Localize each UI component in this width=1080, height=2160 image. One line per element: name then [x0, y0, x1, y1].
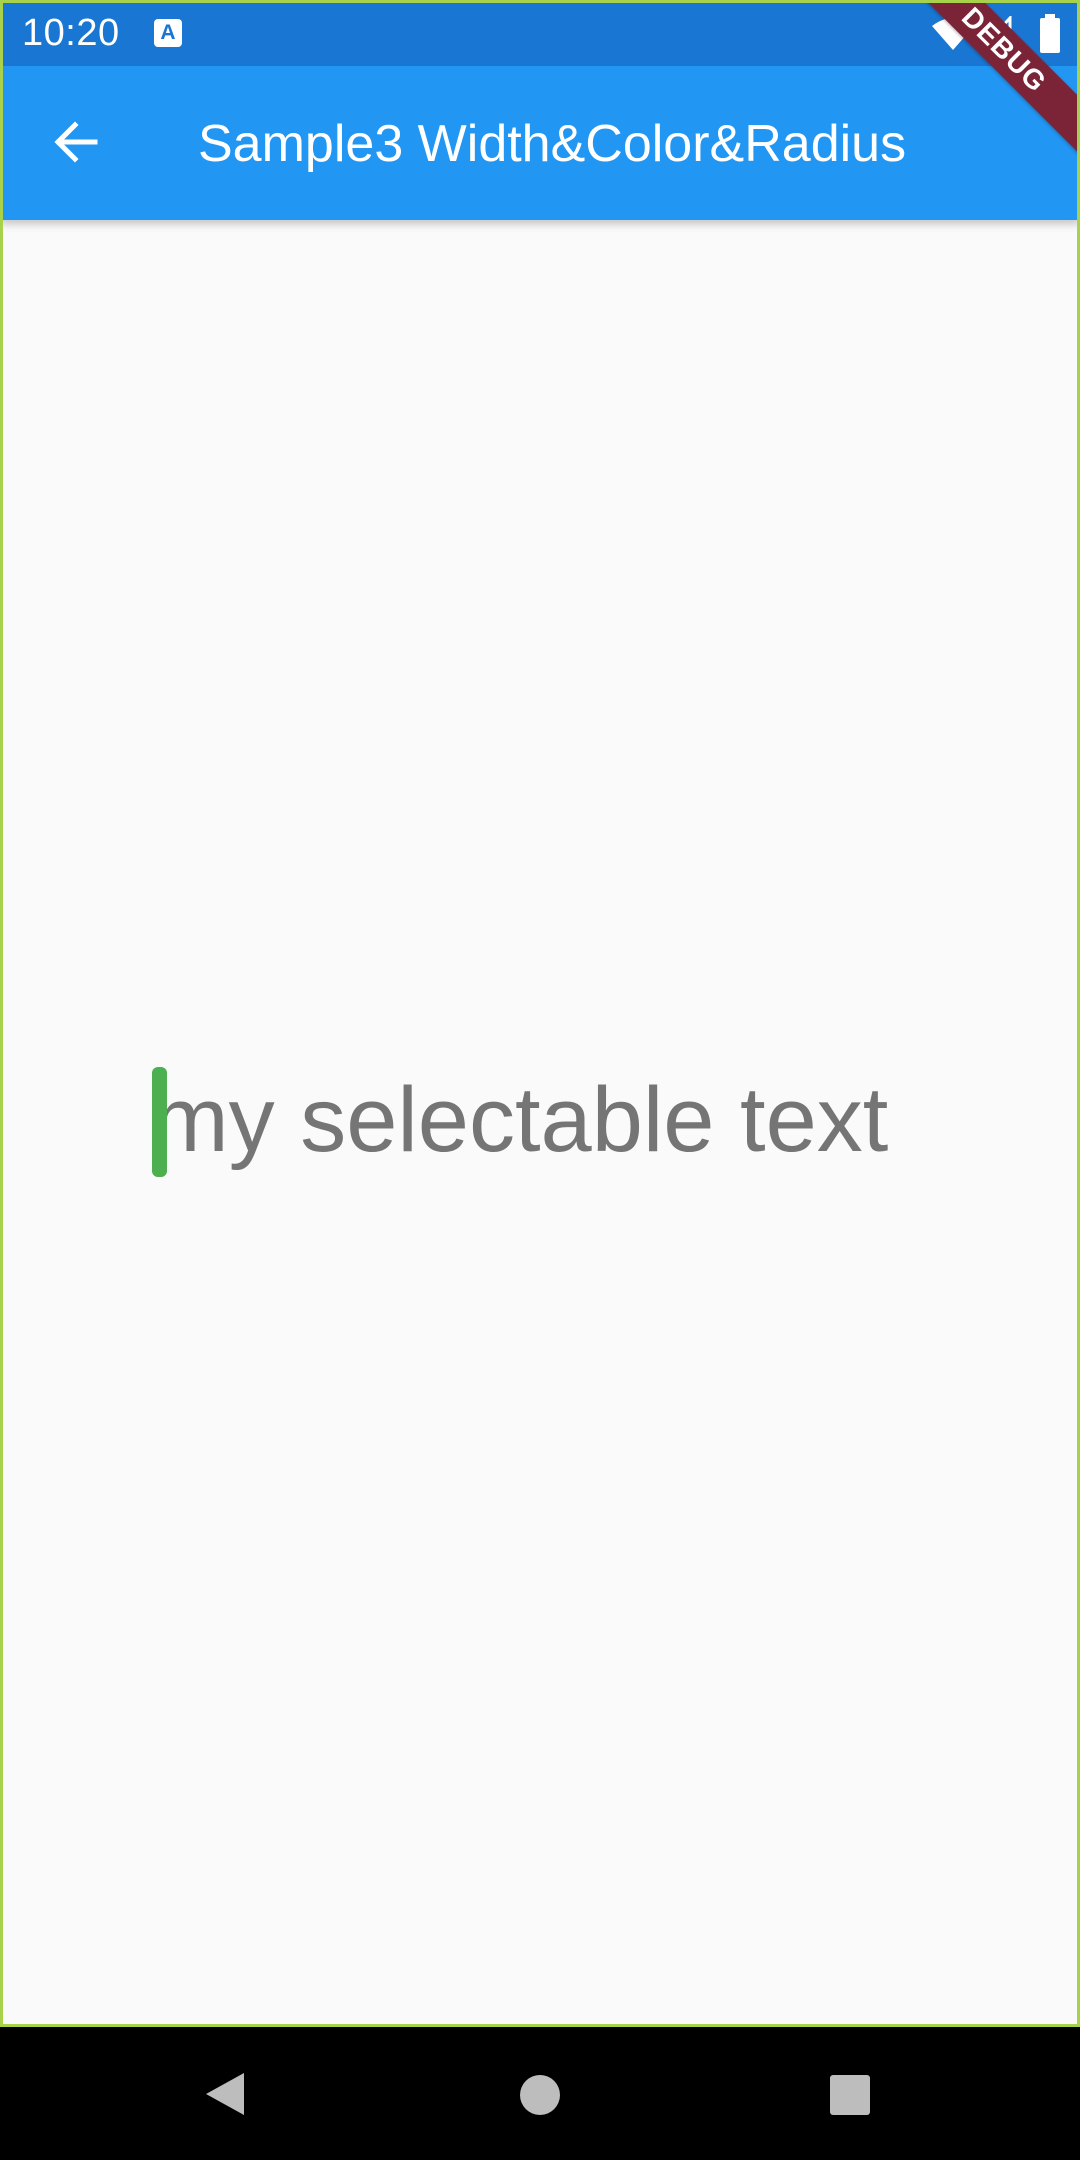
app-bar: Sample3 Width&Color&Radius: [0, 66, 1080, 220]
back-button[interactable]: [34, 102, 118, 186]
arrow-back-icon: [51, 117, 101, 172]
nav-back-icon[interactable]: [204, 2071, 246, 2122]
status-time: 10:20: [22, 12, 120, 54]
screen: 10:20 A Sample3 Width&Color&Radius DEBUG…: [0, 0, 1080, 2160]
nav-recents-icon[interactable]: [828, 2073, 872, 2122]
status-bar: 10:20 A: [0, 0, 1080, 66]
notification-a-icon: A: [154, 19, 182, 47]
page-title: Sample3 Width&Color&Radius: [198, 115, 907, 173]
text-cursor: [152, 1067, 167, 1177]
nav-home-icon[interactable]: [518, 2073, 562, 2122]
navigation-bar: [0, 2027, 1080, 2160]
selectable-text[interactable]: my selectable text: [150, 1069, 888, 1171]
main-content: my selectable text: [0, 220, 1080, 2027]
battery-icon: [1038, 14, 1062, 59]
selectable-text-field[interactable]: my selectable text: [150, 1065, 888, 1177]
